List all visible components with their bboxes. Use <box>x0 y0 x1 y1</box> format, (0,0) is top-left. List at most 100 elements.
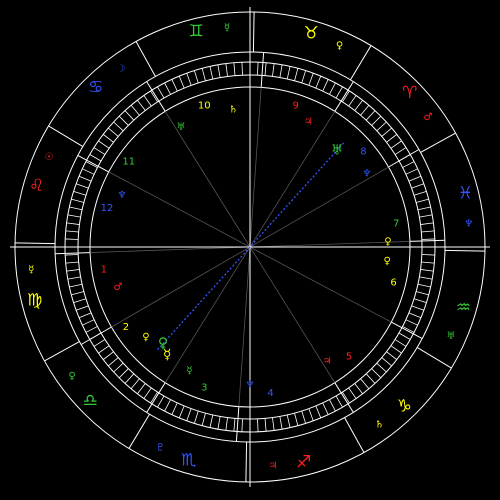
degree-tick <box>233 418 236 432</box>
house-ruler-glyph: ♄ <box>229 105 238 116</box>
degree-tick <box>264 418 267 432</box>
degree-tick <box>421 254 435 256</box>
degree-tick <box>408 175 422 182</box>
degree-tick <box>225 63 228 77</box>
sign-divider <box>350 45 372 81</box>
degree-tick <box>143 387 152 399</box>
house-cusp-line <box>90 246 251 253</box>
natal-chart-wheel: ♊ ♉♈♓♒♑♐♏♎♍♌♋ ☿♀♂♆♅♄♃♇♀☿☉☽ 12345678910111… <box>10 7 490 487</box>
house-ruler-glyph: ♃ <box>323 356 332 367</box>
degree-tick <box>130 105 140 116</box>
degree-tick <box>419 214 433 218</box>
astrology-chart-window: ♊ ♉ ♈ ♓ ♒ ♑ ♐ ♏ ♎ ♍ ♌ ♋ ☿ ♀ ♂ ♆ ♅ ♄ ♃ ♇ ♀ ☿ ☉ ☽ 1 2 3 4 5 6 7 8 9 10 11 1… <box>0 0 500 500</box>
sign-ruler-glyph: ♇ <box>156 443 165 454</box>
degree-tick <box>348 95 357 107</box>
house-cusp-line <box>249 246 392 323</box>
degree-tick <box>371 115 382 126</box>
degree-tick <box>354 99 363 111</box>
degree-tick <box>301 70 307 84</box>
house-cusp-tick <box>260 52 265 88</box>
house-cusp-tick <box>55 252 91 255</box>
degree-tick <box>102 351 114 360</box>
house-number: 8 <box>360 146 366 157</box>
degree-tick <box>66 222 80 225</box>
house-number: 2 <box>123 322 129 333</box>
degree-tick <box>360 378 370 389</box>
virgo-sign: ♍ <box>27 291 42 311</box>
degree-tick <box>294 68 299 81</box>
capricorn-sign: ♑ <box>397 397 412 417</box>
house-cusp-line <box>249 87 262 248</box>
sign-divider <box>344 417 365 453</box>
degree-tick <box>286 414 291 428</box>
degree-tick <box>225 417 228 431</box>
scorpio-sign: ♏ <box>181 450 196 470</box>
degree-tick <box>360 105 370 116</box>
degree-tick <box>69 206 83 211</box>
house-cusp-tick <box>235 406 240 442</box>
degree-tick <box>108 127 119 137</box>
degree-tick <box>65 230 79 233</box>
degree-tick <box>329 399 336 412</box>
degree-tick <box>335 86 343 99</box>
degree-tick <box>76 183 89 189</box>
degree-tick <box>178 405 185 419</box>
cancer-sign: ♋ <box>88 77 103 97</box>
degree-tick <box>394 147 407 155</box>
leo-sign: ♌ <box>29 176 44 196</box>
degree-tick <box>66 269 80 272</box>
degree-tick <box>217 64 221 78</box>
degree-tick <box>413 298 427 304</box>
sign-ruler-glyph: ☿ <box>28 265 34 276</box>
house-number: 6 <box>390 277 396 288</box>
planet-glyphs: ♅♀☿ <box>158 142 343 363</box>
degree-tick <box>279 416 283 430</box>
degree-tick <box>137 383 146 395</box>
aquarius-sign: ♒ <box>456 298 471 318</box>
degree-tick <box>381 127 392 137</box>
degree-tick <box>171 79 178 92</box>
degree-tick <box>416 198 429 203</box>
house-ruler-glyph: ♀ <box>384 237 391 248</box>
degree-tick <box>402 161 415 168</box>
planet-glyph: ♅ <box>331 142 344 158</box>
degree-tick <box>201 68 206 81</box>
degree-tick <box>186 73 192 86</box>
degree-tick <box>308 73 314 86</box>
sign-divider <box>416 347 452 369</box>
degree-tick <box>193 410 199 424</box>
house-ruler-glyph: ♂ <box>114 282 123 293</box>
degree-tick <box>386 351 398 360</box>
degree-tick <box>390 140 402 149</box>
degree-tick <box>257 418 259 432</box>
degree-tick <box>65 261 79 264</box>
sign-ruler-glyph: ♃ <box>269 460 278 471</box>
house-number: 7 <box>393 218 399 229</box>
degree-tick <box>390 345 402 354</box>
degree-tick <box>294 413 299 426</box>
taurus-sign: ♉ <box>304 24 319 44</box>
house-ruler-glyph: ♀ <box>384 256 391 267</box>
degree-tick <box>264 62 267 76</box>
house-cusp-line <box>249 111 336 248</box>
sign-divider <box>15 242 56 245</box>
house-cusp-line <box>164 246 251 383</box>
degree-tick <box>348 387 357 399</box>
degree-tick <box>73 298 87 304</box>
degree-tick <box>371 368 382 379</box>
degree-tick <box>71 291 84 296</box>
degree-tick <box>113 362 124 373</box>
house-number: 4 <box>267 388 273 399</box>
degree-tick <box>421 230 435 233</box>
degree-tick <box>421 238 435 240</box>
degree-tick <box>98 140 110 149</box>
sign-divider <box>128 413 150 449</box>
degree-tick <box>411 305 424 311</box>
house-number: 3 <box>201 382 207 393</box>
degree-tick <box>322 79 329 92</box>
degree-tick <box>76 305 89 311</box>
degree-tick <box>416 291 429 296</box>
degree-tick <box>164 82 171 95</box>
sign-divider <box>44 341 80 362</box>
degree-tick <box>376 362 387 373</box>
